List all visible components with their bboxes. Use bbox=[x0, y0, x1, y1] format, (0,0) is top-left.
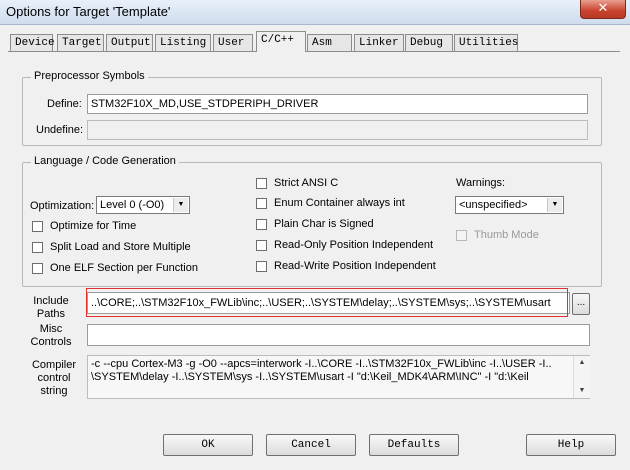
scroll-down-icon[interactable]: ▼ bbox=[574, 384, 590, 398]
split-load-label: Split Load and Store Multiple bbox=[50, 241, 191, 253]
tab-linker[interactable]: Linker bbox=[354, 34, 404, 51]
optimization-value: Level 0 (-O0) bbox=[100, 199, 165, 211]
compiler-string-scrollbar[interactable]: ▲ ▼ bbox=[573, 356, 590, 398]
ro-position-checkbox[interactable]: Read-Only Position Independent bbox=[256, 239, 433, 251]
checkbox-box bbox=[32, 241, 43, 253]
close-button[interactable]: ✕ bbox=[580, 0, 626, 19]
tab-target[interactable]: Target bbox=[57, 34, 104, 51]
strict-ansi-checkbox[interactable]: Strict ANSI C bbox=[256, 177, 338, 189]
preprocessor-title: Preprocessor Symbols bbox=[31, 70, 148, 82]
checkbox-box bbox=[256, 260, 267, 272]
define-label: Define: bbox=[47, 98, 82, 110]
warnings-value: <unspecified> bbox=[459, 199, 528, 211]
tab-listing[interactable]: Listing bbox=[155, 34, 211, 51]
language-title: Language / Code Generation bbox=[31, 155, 179, 167]
misc-controls-input[interactable] bbox=[87, 324, 590, 346]
thumb-mode-label: Thumb Mode bbox=[474, 229, 539, 241]
tab-user[interactable]: User bbox=[213, 34, 253, 51]
define-input[interactable]: STM32F10X_MD,USE_STDPERIPH_DRIVER bbox=[87, 94, 588, 114]
warnings-label: Warnings: bbox=[456, 177, 506, 189]
title-bar: Options for Target 'Template' ✕ bbox=[0, 0, 630, 25]
highlight-box bbox=[86, 288, 568, 317]
optimize-time-label: Optimize for Time bbox=[50, 220, 137, 232]
tab-output[interactable]: Output bbox=[106, 34, 153, 51]
checkbox-box bbox=[32, 262, 43, 274]
plain-char-label: Plain Char is Signed bbox=[274, 218, 374, 230]
checkbox-box bbox=[256, 177, 267, 189]
rw-position-checkbox[interactable]: Read-Write Position Independent bbox=[256, 260, 436, 272]
scroll-up-icon[interactable]: ▲ bbox=[574, 356, 590, 370]
misc-controls-label: Misc Controls bbox=[30, 323, 72, 348]
ro-position-label: Read-Only Position Independent bbox=[274, 239, 433, 251]
checkbox-box bbox=[256, 218, 267, 230]
ok-button[interactable]: OK bbox=[163, 434, 253, 456]
undefine-input[interactable] bbox=[87, 120, 588, 140]
close-icon: ✕ bbox=[597, 1, 609, 16]
split-load-checkbox[interactable]: Split Load and Store Multiple bbox=[32, 241, 191, 253]
tab-device[interactable]: Device bbox=[10, 34, 55, 51]
compiler-string-line: \SYSTEM\delay -I..\SYSTEM\sys -I..\SYSTE… bbox=[91, 371, 529, 383]
one-elf-section-label: One ELF Section per Function bbox=[50, 262, 198, 274]
warnings-select[interactable]: <unspecified> ▼ bbox=[455, 196, 564, 214]
browse-include-button[interactable]: ... bbox=[572, 293, 590, 315]
compiler-string-box: -c --cpu Cortex-M3 -g -O0 --apcs=interwo… bbox=[87, 355, 590, 399]
thumb-mode-checkbox[interactable]: Thumb Mode bbox=[456, 229, 539, 241]
plain-char-checkbox[interactable]: Plain Char is Signed bbox=[256, 218, 374, 230]
rw-position-label: Read-Write Position Independent bbox=[274, 260, 436, 272]
checkbox-box bbox=[32, 220, 43, 232]
help-button[interactable]: Help bbox=[526, 434, 616, 456]
undefine-label: Undefine: bbox=[36, 124, 84, 136]
enum-container-checkbox[interactable]: Enum Container always int bbox=[256, 197, 405, 209]
optimize-time-checkbox[interactable]: Optimize for Time bbox=[32, 220, 136, 232]
checkbox-box bbox=[256, 197, 267, 209]
tab-utilities[interactable]: Utilities bbox=[454, 34, 518, 51]
strict-ansi-label: Strict ANSI C bbox=[274, 177, 339, 189]
chevron-down-icon: ▼ bbox=[173, 198, 188, 212]
tab-debug[interactable]: Debug bbox=[405, 34, 453, 51]
tab-divider bbox=[8, 51, 620, 52]
cancel-button[interactable]: Cancel bbox=[266, 434, 356, 456]
one-elf-section-checkbox[interactable]: One ELF Section per Function bbox=[32, 262, 198, 274]
tab-cpp[interactable]: C/C++ bbox=[256, 31, 306, 52]
compiler-string-line: -c --cpu Cortex-M3 -g -O0 --apcs=interwo… bbox=[91, 358, 552, 370]
chevron-down-icon: ▼ bbox=[547, 198, 562, 212]
include-paths-label: Include Paths bbox=[33, 295, 69, 320]
compiler-string-label: Compiler control string bbox=[31, 359, 76, 397]
defaults-button[interactable]: Defaults bbox=[369, 434, 459, 456]
optimization-select[interactable]: Level 0 (-O0) ▼ bbox=[96, 196, 190, 214]
checkbox-box bbox=[456, 229, 467, 241]
enum-container-label: Enum Container always int bbox=[274, 197, 405, 209]
window-title: Options for Target 'Template' bbox=[6, 4, 171, 19]
checkbox-box bbox=[256, 239, 267, 251]
optimization-label: Optimization: bbox=[30, 200, 95, 212]
tab-asm[interactable]: Asm bbox=[307, 34, 352, 51]
